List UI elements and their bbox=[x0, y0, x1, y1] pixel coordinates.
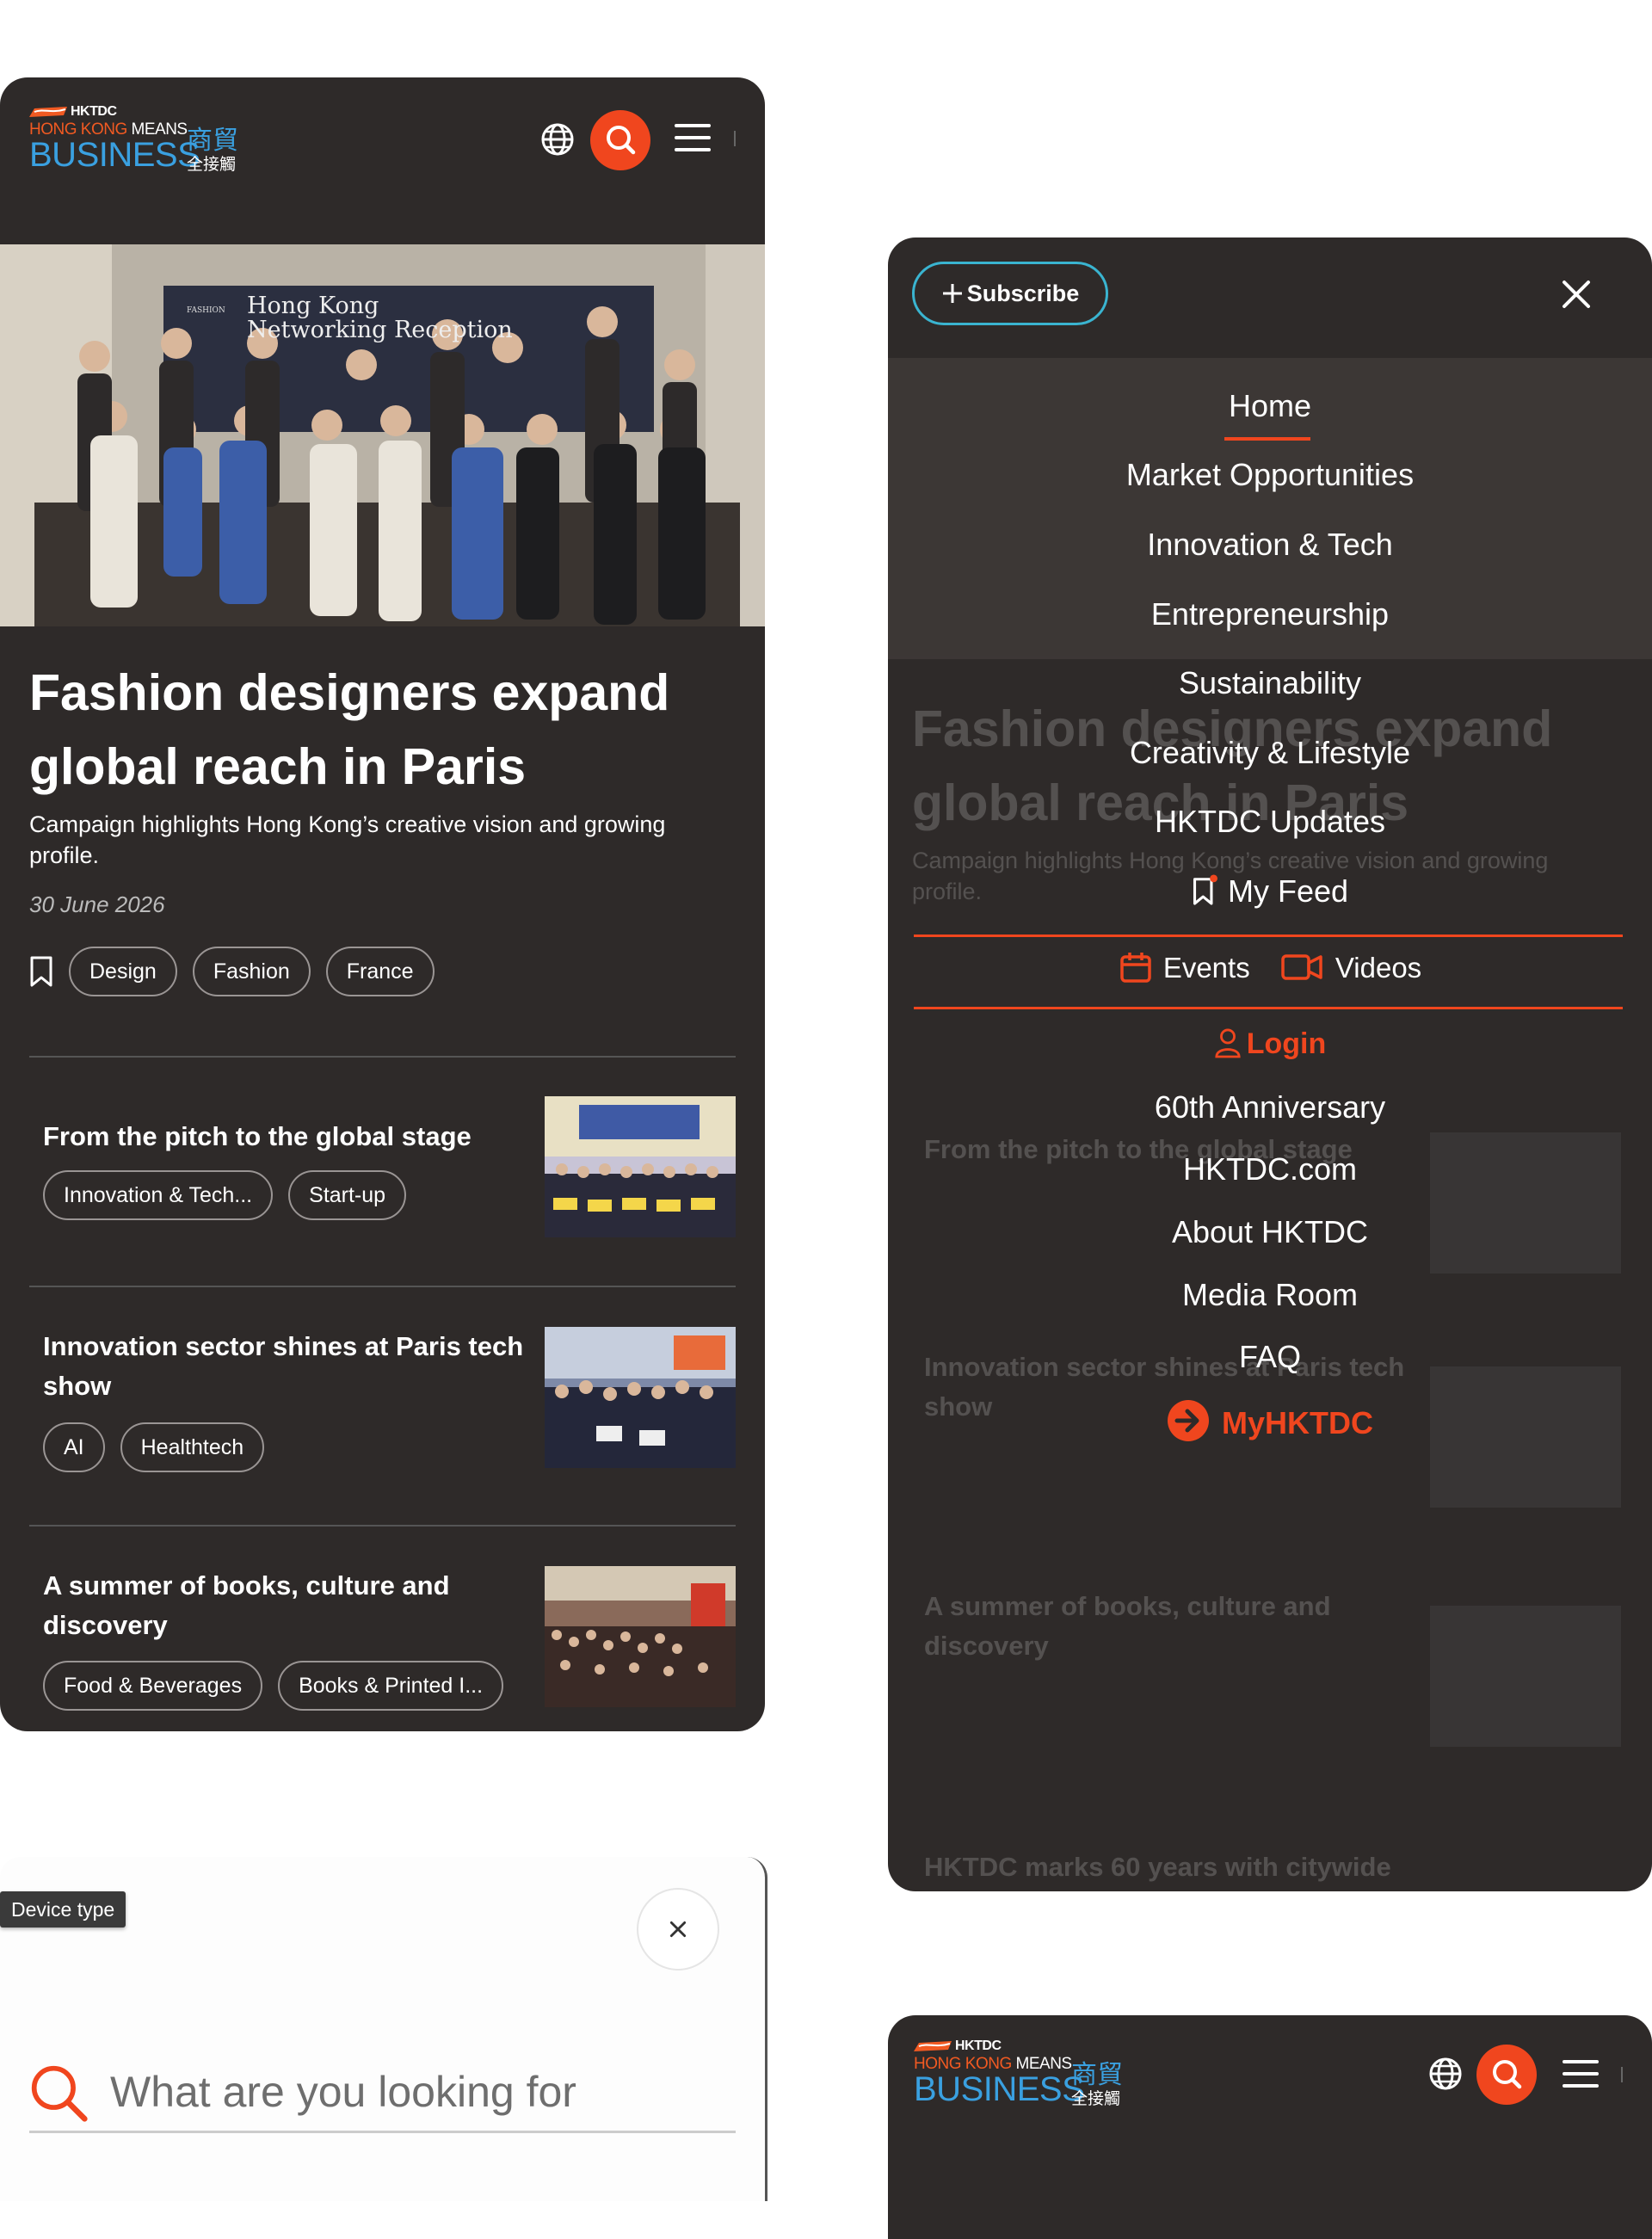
logo-hktdc-text: HKTDC bbox=[955, 2039, 1002, 2053]
tag-pill[interactable]: Healthtech bbox=[120, 1422, 265, 1472]
events-videos-row: Events Videos bbox=[888, 950, 1652, 984]
active-indicator bbox=[1224, 437, 1310, 441]
thumbnail-image bbox=[545, 1096, 736, 1237]
menu-item-sustainability[interactable]: Sustainability bbox=[888, 665, 1652, 701]
logo-business: BUSINESS bbox=[29, 136, 200, 174]
search-button[interactable] bbox=[590, 110, 650, 170]
menu-item-hktdc-com[interactable]: HKTDC.com bbox=[888, 1151, 1652, 1187]
events-link[interactable]: Events bbox=[1119, 952, 1250, 984]
menu-item-my-feed[interactable]: My Feed bbox=[888, 873, 1652, 910]
hero-banner-text: Hong Kong Networking Reception bbox=[247, 293, 513, 343]
story-tags: Innovation & Tech... Start-up bbox=[43, 1170, 407, 1220]
menu-screen: Fashion designers expand global reach in… bbox=[888, 237, 1652, 1891]
header-divider bbox=[1621, 2067, 1623, 2082]
logo-business: BUSINESS bbox=[914, 2070, 1085, 2108]
divider bbox=[29, 1525, 736, 1527]
plus-icon bbox=[942, 284, 962, 303]
tag-pill[interactable]: Start-up bbox=[288, 1170, 407, 1220]
tag-pill[interactable]: AI bbox=[43, 1422, 105, 1472]
hamburger-menu-icon[interactable] bbox=[1563, 2060, 1599, 2091]
story-thumbnail[interactable] bbox=[545, 1566, 736, 1707]
login-link[interactable]: Login bbox=[888, 1027, 1652, 1061]
search-icon bbox=[1493, 2060, 1522, 2089]
videos-link[interactable]: Videos bbox=[1280, 952, 1421, 984]
bookmark-icon bbox=[1193, 874, 1217, 905]
menu-item-creativity-lifestyle[interactable]: Creativity & Lifestyle bbox=[888, 735, 1652, 771]
menu-item-about-hktdc[interactable]: About HKTDC bbox=[888, 1214, 1652, 1250]
calendar-icon bbox=[1120, 953, 1151, 983]
hamburger-menu-icon[interactable] bbox=[675, 124, 711, 155]
story-title[interactable]: A summer of books, culture and discovery bbox=[43, 1566, 525, 1645]
menu-item-entrepreneurship[interactable]: Entrepreneurship bbox=[888, 596, 1652, 632]
search-icon bbox=[31, 2065, 88, 2122]
user-icon bbox=[1215, 1028, 1241, 1058]
thumbnail-image bbox=[545, 1327, 736, 1468]
site-header: HKTDC HONG KONG MEANS BUSINESS 商貿 全接觸 bbox=[888, 2015, 1652, 2182]
logo-chinese-bottom: 全接觸 bbox=[187, 155, 237, 174]
tag-pill[interactable]: Innovation & Tech... bbox=[43, 1170, 274, 1220]
globe-icon[interactable] bbox=[1428, 2057, 1463, 2091]
tag-pill[interactable]: Design bbox=[69, 947, 177, 996]
thumbnail-image bbox=[545, 1566, 736, 1707]
logo-hktdc-text: HKTDC bbox=[71, 104, 117, 119]
article-screen: HKTDC HONG KONG MEANS BUSINESS 商貿 全接觸 FA… bbox=[0, 77, 765, 1731]
hktdc-flag-logo bbox=[29, 107, 67, 117]
story-title[interactable]: Innovation sector shines at Paris tech s… bbox=[43, 1327, 525, 1406]
search-icon bbox=[607, 126, 636, 155]
hktdc-logo[interactable]: HKTDC HONG KONG MEANS BUSINESS 商貿 全接觸 bbox=[29, 104, 253, 176]
article-tags: Design Fashion France bbox=[29, 947, 435, 996]
tag-pill[interactable]: Fashion bbox=[192, 947, 311, 996]
story-item[interactable]: A summer of books, culture and discovery… bbox=[29, 1566, 736, 1712]
tag-pill[interactable]: Books & Printed I... bbox=[278, 1661, 504, 1711]
video-camera-icon bbox=[1281, 954, 1322, 980]
search-button[interactable] bbox=[1476, 2045, 1537, 2105]
menu-item-home[interactable]: Home bbox=[888, 388, 1652, 424]
bookmark-icon[interactable] bbox=[29, 955, 53, 988]
story-item[interactable]: Innovation sector shines at Paris tech s… bbox=[29, 1327, 736, 1473]
close-icon bbox=[669, 1921, 687, 1938]
story-thumbnail[interactable] bbox=[545, 1327, 736, 1468]
menu-item-faq[interactable]: FAQ bbox=[888, 1339, 1652, 1375]
story-item[interactable]: From the pitch to the global stage Innov… bbox=[29, 1096, 736, 1243]
close-icon[interactable] bbox=[1561, 279, 1592, 310]
hktdc-logo[interactable]: HKTDC HONG KONG MEANS BUSINESS 商貿 全接觸 bbox=[914, 2039, 1137, 2110]
story-title[interactable]: From the pitch to the global stage bbox=[43, 1117, 525, 1157]
search-input[interactable]: What are you looking for bbox=[29, 2058, 736, 2133]
article-standfirst: Campaign highlights Hong Kong’s creative… bbox=[29, 811, 666, 868]
menu-item-market-opportunities[interactable]: Market Opportunities bbox=[888, 457, 1652, 493]
article-headline[interactable]: Fashion designers expand global reach in… bbox=[29, 656, 735, 804]
tag-pill[interactable]: Food & Beverages bbox=[43, 1661, 263, 1711]
site-header: HKTDC HONG KONG MEANS BUSINESS 商貿 全接觸 bbox=[0, 77, 765, 244]
hero-image: FASHION Hong Kong Networking Reception bbox=[0, 244, 765, 626]
search-placeholder: What are you looking for bbox=[110, 2068, 576, 2116]
divider bbox=[29, 1286, 736, 1287]
close-search-button[interactable] bbox=[637, 1888, 719, 1971]
hero-banner-small-text: FASHION bbox=[187, 306, 225, 315]
myhktdc-link[interactable]: MyHKTDC bbox=[888, 1399, 1652, 1442]
menu-item-60th-anniversary[interactable]: 60th Anniversary bbox=[888, 1089, 1652, 1126]
divider bbox=[914, 1007, 1623, 1009]
globe-icon[interactable] bbox=[540, 122, 575, 157]
story-tags: Food & Beverages Books & Printed I... bbox=[43, 1661, 504, 1711]
hktdc-flag-logo bbox=[914, 2041, 952, 2051]
menu-item-media-room[interactable]: Media Room bbox=[888, 1277, 1652, 1313]
divider bbox=[914, 934, 1623, 937]
story-thumbnail[interactable] bbox=[545, 1096, 736, 1237]
article-date: 30 June 2026 bbox=[29, 891, 165, 917]
menu-item-hktdc-updates[interactable]: HKTDC Updates bbox=[888, 804, 1652, 840]
arrow-circle-icon bbox=[1168, 1400, 1209, 1441]
header-divider bbox=[734, 131, 736, 146]
divider bbox=[29, 1056, 736, 1058]
logo-chinese-bottom: 全接觸 bbox=[1071, 2089, 1121, 2108]
story-tags: AI Healthtech bbox=[43, 1422, 265, 1472]
header-screen: HKTDC HONG KONG MEANS BUSINESS 商貿 全接觸 bbox=[888, 2015, 1652, 2239]
device-type-tooltip: Device type bbox=[0, 1891, 126, 1928]
subscribe-button[interactable]: Subscribe bbox=[912, 262, 1108, 325]
menu-item-innovation-tech[interactable]: Innovation & Tech bbox=[888, 527, 1652, 563]
tag-pill[interactable]: France bbox=[325, 947, 435, 996]
